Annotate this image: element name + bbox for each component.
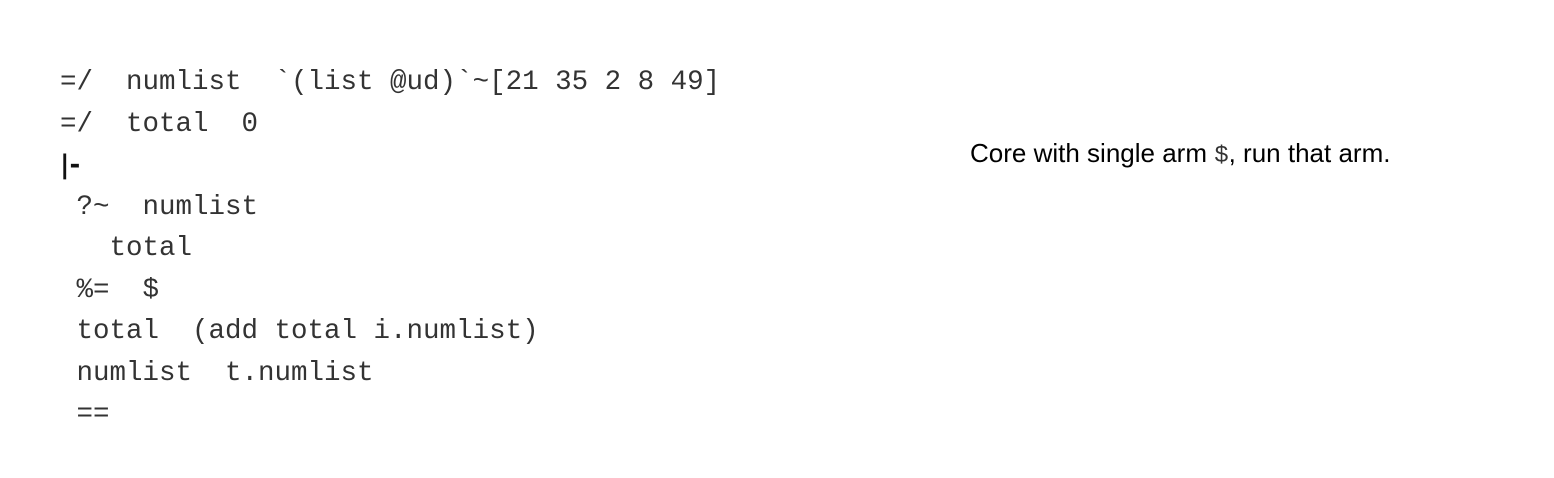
code-line-centis-buc: %= $ [60,274,160,306]
code-line-wutsig-condition: ?~ numlist [60,191,259,223]
code-line-terminator: == [60,399,110,430]
code-line-barhep-rune: |- [60,150,81,180]
annotation-text-before: Core with single arm [970,138,1215,168]
annotation-text-after: , run that arm. [1228,138,1391,168]
annotation-rune: $ [1214,143,1229,170]
code-line-update-numlist: numlist t.numlist [60,357,374,389]
barhep-annotation: Core with single arm $, run that arm. [970,134,1390,172]
code-line-update-total: total (add total i.numlist) [60,316,539,347]
code-line-return-total: total [60,233,193,264]
code-block: =/ numlist `(list @ud)`~[21 35 2 8 49] =… [60,62,720,436]
code-line-total-declaration: =/ total 0 [60,108,259,140]
code-line-numlist-declaration: =/ numlist `(list @ud)`~[21 35 2 8 49] [60,67,721,98]
